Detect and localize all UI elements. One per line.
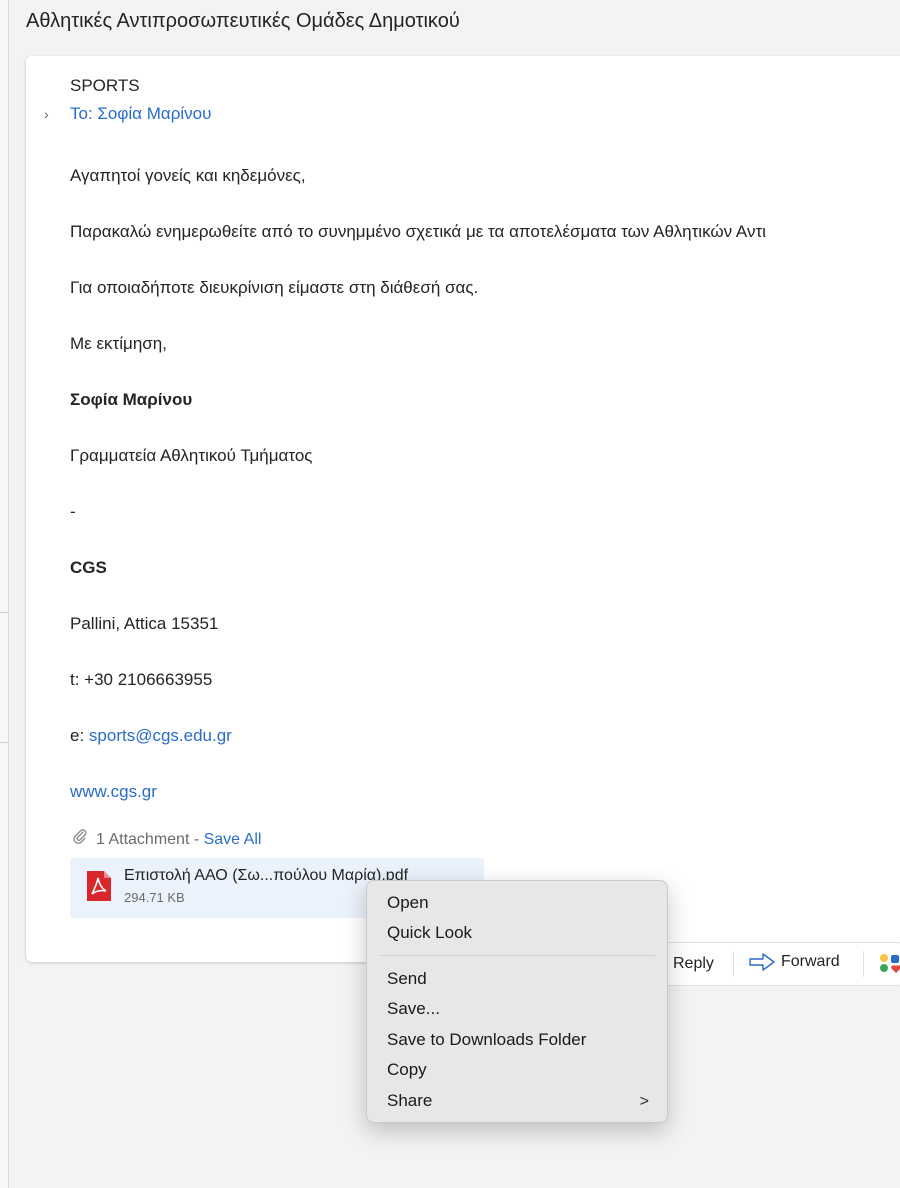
message-card (26, 56, 900, 962)
closing-text: Με εκτίμηση, (70, 334, 167, 353)
recipient-row[interactable]: › To: Σοφία Μαρίνου (44, 104, 211, 124)
organization-name: CGS (70, 558, 107, 577)
reply-button[interactable]: Reply (673, 955, 714, 973)
menu-item-copy[interactable]: Copy (387, 1060, 427, 1080)
attachments-header: 1 Attachment - Save All (72, 828, 261, 849)
menu-item-save[interactable]: Save... (387, 999, 440, 1019)
address-text: Pallini, Attica 15351 (70, 614, 219, 633)
paperclip-icon (72, 828, 96, 849)
email-prefix: e: (70, 726, 89, 745)
website-link[interactable]: www.cgs.gr (70, 782, 157, 802)
phone-text: t: +30 2106663955 (70, 670, 213, 689)
attachment-filesize: 294.71 KB (124, 890, 185, 905)
forward-arrow-icon (749, 953, 775, 971)
forward-button[interactable]: Forward (749, 953, 840, 971)
menu-item-share[interactable]: Share (387, 1091, 432, 1111)
menu-item-open[interactable]: Open (387, 893, 429, 913)
body-paragraph-2: Για οποιαδήποτε διευκρίνιση είμαστε στη … (70, 278, 479, 297)
message-actions-bar: Reply Forward (660, 942, 900, 986)
menu-item-save-to-downloads[interactable]: Save to Downloads Folder (387, 1030, 586, 1050)
email-row: e: sports@cgs.edu.gr (70, 726, 232, 746)
recipient-label[interactable]: To: Σοφία Μαρίνου (70, 104, 211, 123)
menu-divider (379, 955, 655, 956)
chevron-right-icon: > (639, 1093, 649, 1110)
save-all-link[interactable]: Save All (204, 831, 262, 848)
attachment-count: 1 Attachment - (96, 831, 204, 848)
menu-item-quick-look[interactable]: Quick Look (387, 923, 472, 943)
email-link[interactable]: sports@cgs.edu.gr (89, 726, 232, 745)
sender-name: SPORTS (70, 76, 140, 95)
greeting-text: Αγαπητοί γονείς και κηδεμόνες, (70, 166, 306, 185)
body-paragraph-1: Παρακαλώ ενημερωθείτε από το συνημμένο σ… (70, 222, 766, 241)
signature-separator: - (70, 502, 76, 521)
menu-item-send[interactable]: Send (387, 969, 427, 989)
signature-name: Σοφία Μαρίνου (70, 390, 193, 409)
attachment-filename[interactable]: Επιστολή ΑΑΟ (Σω...πούλου Μαρία).pdf (124, 867, 408, 885)
pdf-icon (87, 871, 111, 901)
reactions-icon[interactable] (879, 953, 900, 975)
left-pane-edge (0, 0, 9, 1188)
attachment-context-menu: Open Quick Look Send Save... Save to Dow… (366, 880, 668, 1123)
email-subject: Αθλητικές Αντιπροσωπευτικές Ομάδες Δημοτ… (26, 10, 460, 32)
signature-department: Γραμματεία Αθλητικού Τμήματος (70, 446, 313, 465)
chevron-right-icon[interactable]: › (44, 106, 70, 122)
forward-label[interactable]: Forward (781, 953, 840, 970)
